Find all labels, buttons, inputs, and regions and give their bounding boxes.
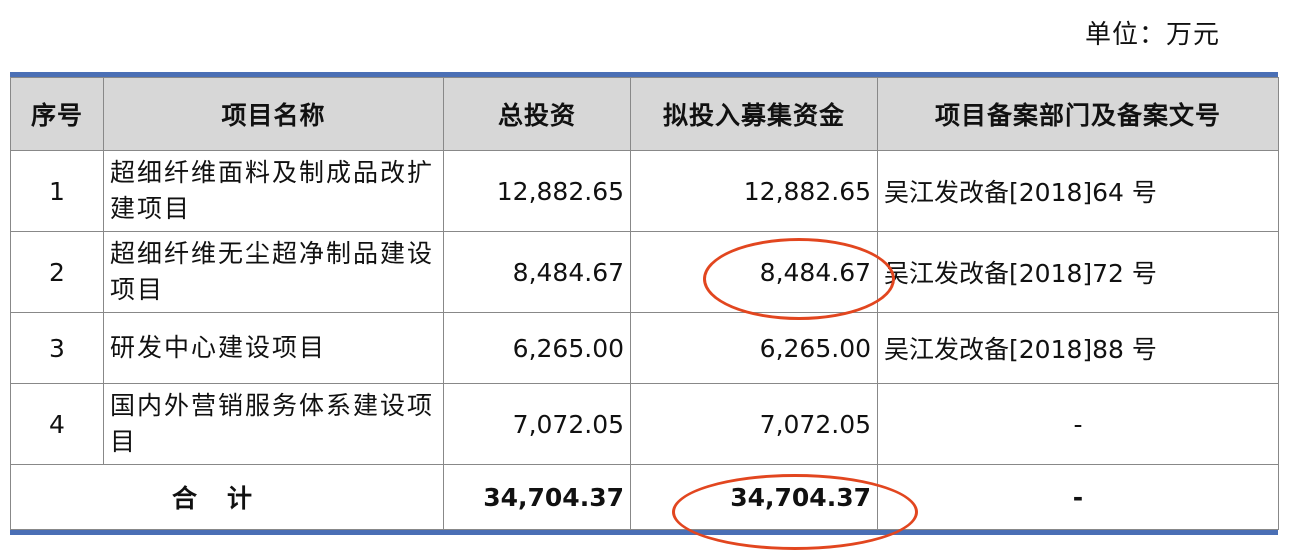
header-filing: 项目备案部门及备案文号 [877,77,1279,151]
table-row: 4 国内外营销服务体系建设项目 7,072.05 7,072.05 - [10,383,1279,465]
header-raised-funds: 拟投入募集资金 [630,77,878,151]
header-total-investment: 总投资 [443,77,631,151]
cell-raised-funds: 12,882.65 [630,150,878,232]
cell-project-name: 国内外营销服务体系建设项目 [103,383,444,465]
raised-funds-sum: 34,704.37 [630,464,878,530]
cell-total-investment: 7,072.05 [443,383,631,465]
header-row: 序号 项目名称 总投资 拟投入募集资金 项目备案部门及备案文号 [10,77,1279,151]
table-row: 3 研发中心建设项目 6,265.00 6,265.00 吴江发改备[2018]… [10,312,1279,384]
total-filing: - [877,464,1279,530]
cell-project-name: 研发中心建设项目 [103,312,444,384]
cell-filing: 吴江发改备[2018]88 号 [877,312,1279,384]
cell-filing: 吴江发改备[2018]64 号 [877,150,1279,232]
total-label: 合计 [10,464,444,530]
cell-seq: 1 [10,150,104,232]
cell-total-investment: 8,484.67 [443,231,631,313]
cell-raised-funds: 7,072.05 [630,383,878,465]
cell-project-name: 超细纤维面料及制成品改扩建项目 [103,150,444,232]
fund-table: 序号 项目名称 总投资 拟投入募集资金 项目备案部门及备案文号 1 超细纤维面料… [10,72,1279,535]
total-investment-sum: 34,704.37 [443,464,631,530]
header-seq: 序号 [10,77,104,151]
cell-filing: - [877,383,1279,465]
fund-usage-table: 序号 项目名称 总投资 拟投入募集资金 项目备案部门及备案文号 1 超细纤维面料… [10,77,1279,530]
table-row: 1 超细纤维面料及制成品改扩建项目 12,882.65 12,882.65 吴江… [10,150,1279,232]
cell-raised-funds: 8,484.67 [630,231,878,313]
table-bottom-rule [10,530,1278,535]
cell-total-investment: 6,265.00 [443,312,631,384]
unit-label: 单位：万元 [1084,20,1220,50]
cell-project-name: 超细纤维无尘超净制品建设项目 [103,231,444,313]
cell-seq: 4 [10,383,104,465]
cell-total-investment: 12,882.65 [443,150,631,232]
cell-raised-funds: 6,265.00 [630,312,878,384]
cell-filing: 吴江发改备[2018]72 号 [877,231,1279,313]
cell-seq: 3 [10,312,104,384]
table-row: 2 超细纤维无尘超净制品建设项目 8,484.67 8,484.67 吴江发改备… [10,231,1279,313]
header-project-name: 项目名称 [103,77,444,151]
cell-seq: 2 [10,231,104,313]
total-row: 合计 34,704.37 34,704.37 - [10,464,1279,530]
